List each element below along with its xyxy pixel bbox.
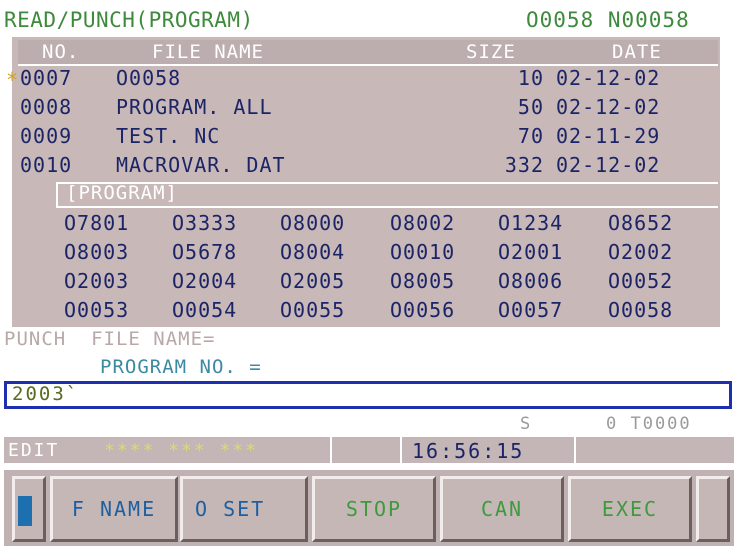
program-entry[interactable]: O8003: [64, 240, 129, 264]
file-date: 02-12-02: [556, 95, 661, 119]
program-entry[interactable]: O0052: [608, 269, 673, 293]
spindle-label: S: [520, 414, 531, 434]
program-entry[interactable]: O8000: [280, 211, 345, 235]
file-name: PROGRAM. ALL: [116, 95, 273, 119]
column-header-no: NO.: [42, 41, 80, 63]
softkey-stop[interactable]: STOP: [312, 476, 436, 542]
file-size: 332: [504, 153, 544, 177]
softkey-execute[interactable]: EXEC: [568, 476, 692, 542]
softkey-label: EXEC: [601, 497, 659, 521]
file-number: 0009: [20, 124, 73, 148]
status-divider: [330, 437, 332, 463]
file-number: 0008: [20, 95, 73, 119]
program-entry[interactable]: O2005: [280, 269, 345, 293]
column-header-file-name: FILE NAME: [152, 41, 264, 63]
program-entry[interactable]: O2004: [172, 269, 237, 293]
screen-title: READ/PUNCH(PROGRAM): [4, 8, 254, 32]
program-entry[interactable]: O2003: [64, 269, 129, 293]
program-entry[interactable]: O8002: [390, 211, 455, 235]
cursor-icon: [18, 496, 32, 526]
softkey-next[interactable]: [696, 476, 730, 542]
punch-file-name-label: PUNCH FILE NAME=: [4, 328, 216, 350]
program-entry[interactable]: O5678: [172, 240, 237, 264]
program-entry[interactable]: O0057: [498, 298, 563, 322]
column-header-size: SIZE: [466, 41, 516, 63]
file-size: 70: [517, 124, 544, 148]
key-input-value: 2003`: [12, 383, 80, 405]
softkey-o-set[interactable]: O SET: [180, 476, 308, 542]
program-entry[interactable]: O8004: [280, 240, 345, 264]
program-entry[interactable]: O7801: [64, 211, 129, 235]
file-date: 02-12-02: [556, 66, 661, 90]
program-entry[interactable]: O8005: [390, 269, 455, 293]
program-entry[interactable]: O0053: [64, 298, 129, 322]
file-name: TEST. NC: [116, 124, 221, 148]
softkey-label: CAN: [480, 497, 524, 521]
file-date: 02-11-29: [556, 124, 661, 148]
program-entry[interactable]: O2001: [498, 240, 563, 264]
file-size: 50: [517, 95, 544, 119]
program-entry[interactable]: O3333: [172, 211, 237, 235]
program-number-readout: O0058 N00058: [526, 8, 690, 32]
softkey-label: STOP: [345, 497, 403, 521]
program-entry[interactable]: O1234: [498, 211, 563, 235]
status-flags: **** *** ***: [104, 440, 259, 461]
program-entry[interactable]: O0055: [280, 298, 345, 322]
file-size: 10: [517, 66, 544, 90]
softkey-cancel[interactable]: CAN: [440, 476, 564, 542]
key-input-buffer[interactable]: [4, 381, 732, 409]
softkey-label: F NAME: [71, 497, 157, 521]
program-entry[interactable]: O0054: [172, 298, 237, 322]
current-file-marker: *: [6, 68, 19, 92]
program-list-label: [PROGRAM]: [66, 182, 178, 204]
file-number: 0007: [20, 66, 73, 90]
column-header-date: DATE: [612, 41, 662, 63]
softkey-label: O SET: [195, 497, 266, 521]
program-entry[interactable]: O2002: [608, 240, 673, 264]
status-divider: [574, 437, 576, 463]
program-entry[interactable]: O8652: [608, 211, 673, 235]
clock-readout: 16:56:15: [412, 439, 525, 463]
file-number: 0010: [20, 153, 73, 177]
program-entry[interactable]: O0056: [390, 298, 455, 322]
mode-indicator: EDIT: [8, 440, 60, 461]
spindle-tool-readout: 0 T0000: [606, 414, 692, 434]
file-name: O0058: [116, 66, 182, 90]
file-date: 02-12-02: [556, 153, 661, 177]
program-entry[interactable]: O0058: [608, 298, 673, 322]
program-entry[interactable]: O0010: [390, 240, 455, 264]
softkey-f-name[interactable]: F NAME: [50, 476, 178, 542]
file-name: MACROVAR. DAT: [116, 153, 286, 177]
status-divider: [400, 437, 402, 463]
program-entry[interactable]: O8006: [498, 269, 563, 293]
program-number-label: PROGRAM NO. =: [100, 356, 262, 378]
